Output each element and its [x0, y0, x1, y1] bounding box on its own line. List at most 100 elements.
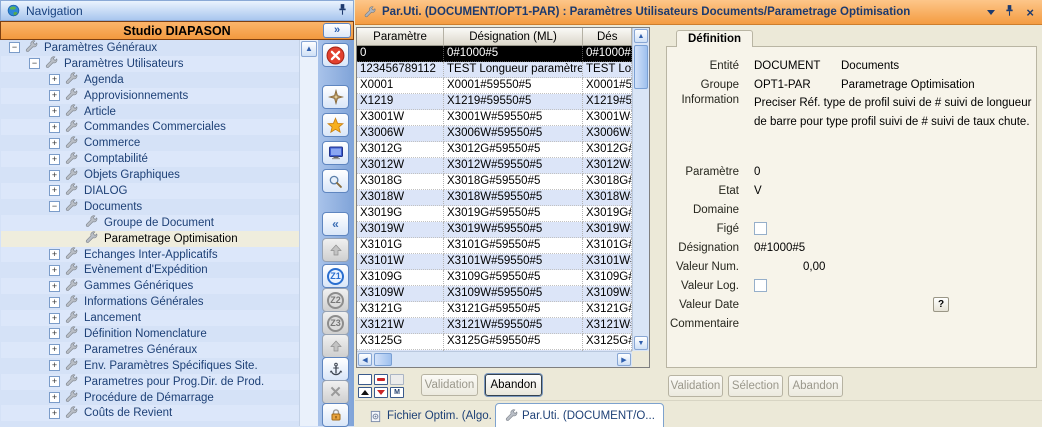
- tree-item-param-tres-utilisateurs[interactable]: −Paramètres Utilisateurs: [1, 56, 299, 72]
- tree-item-comptabilit-[interactable]: +Comptabilité: [1, 151, 299, 167]
- vertical-scrollbar[interactable]: ▲ ▼: [632, 28, 649, 351]
- column-header-3[interactable]: Dés: [583, 28, 632, 46]
- compass-button[interactable]: [322, 85, 349, 109]
- recordnav-blank-icon[interactable]: [358, 374, 372, 385]
- recordnav-triangle-up-icon[interactable]: [358, 387, 372, 398]
- table-row[interactable]: X3109WX3109W#59550#5X3109W#59550#5: [357, 286, 632, 302]
- expand-expander-icon[interactable]: +: [49, 106, 60, 117]
- table-row[interactable]: 00#1000#50#1000#5: [357, 46, 632, 62]
- table-row[interactable]: X3001WX3001W#59550#5X3001W#59550#5: [357, 110, 632, 126]
- column-header-1[interactable]: Paramètre: [357, 28, 444, 46]
- anchor-button[interactable]: [322, 357, 349, 381]
- table-row[interactable]: X3018GX3018G#59550#5X3018G#59550#5: [357, 174, 632, 190]
- validation-button[interactable]: Validation: [421, 374, 478, 396]
- expand-panel-button[interactable]: »: [323, 23, 351, 38]
- expand-expander-icon[interactable]: +: [49, 74, 60, 85]
- table-row[interactable]: X3006WX3006W#59550#5X3006W#59550#5: [357, 126, 632, 142]
- tree-item-ev-nement-d-exp-dition[interactable]: +Evènement d'Expédition: [1, 262, 299, 278]
- table-row[interactable]: 123456789112TEST Longueur paramètreTEST …: [357, 62, 632, 78]
- table-row[interactable]: X3109GX3109G#59550#5X3109G#59550#5: [357, 270, 632, 286]
- search-button[interactable]: [322, 169, 349, 193]
- zone2-button[interactable]: Z2: [322, 288, 349, 312]
- table-row[interactable]: X3121GX3121G#59550#5X3121G#59550#5: [357, 302, 632, 318]
- expand-expander-icon[interactable]: +: [49, 265, 60, 276]
- scroll-up-icon[interactable]: ▲: [634, 29, 648, 43]
- selection-button[interactable]: Sélection: [728, 375, 783, 397]
- close-button[interactable]: [322, 43, 349, 67]
- horizontal-scrollbar[interactable]: ◀ ▶: [357, 351, 632, 367]
- tab-2[interactable]: Par.Uti. (DOCUMENT/O...: [495, 403, 664, 427]
- collapse-expander-icon[interactable]: −: [29, 58, 40, 69]
- table-row[interactable]: X3019GX3019G#59550#5X3019G#59550#5: [357, 206, 632, 222]
- promote-button[interactable]: [322, 334, 349, 358]
- expand-expander-icon[interactable]: +: [49, 328, 60, 339]
- date-help-button[interactable]: ?: [933, 297, 949, 312]
- delete-button[interactable]: ✕: [322, 380, 349, 404]
- scroll-down-icon[interactable]: ▼: [634, 336, 648, 350]
- expand-expander-icon[interactable]: +: [49, 376, 60, 387]
- tree-item-commandes-commerciales[interactable]: +Commandes Commerciales: [1, 119, 299, 135]
- chevron-down-icon[interactable]: [987, 10, 995, 15]
- recordnav-m-label-icon[interactable]: M: [390, 387, 404, 398]
- recordnav-marker-icon[interactable]: [374, 374, 388, 385]
- table-row[interactable]: X3125GX3125G#59550#5X3125G#59550#5: [357, 334, 632, 350]
- tree-item-parametres-g-n-raux[interactable]: +Parametres Généraux: [1, 342, 299, 358]
- collapse-expander-icon[interactable]: −: [49, 201, 60, 212]
- tree-item-env-param-tres-sp-cifiques-site-[interactable]: +Env. Paramètres Spécifiques Site.: [1, 358, 299, 374]
- tree-item-article[interactable]: +Article: [1, 104, 299, 120]
- scrollbar-thumb[interactable]: [374, 353, 392, 366]
- scroll-right-icon[interactable]: ▶: [617, 353, 631, 366]
- expand-expander-icon[interactable]: +: [49, 281, 60, 292]
- expand-expander-icon[interactable]: +: [49, 360, 60, 371]
- expand-expander-icon[interactable]: +: [49, 90, 60, 101]
- scroll-left-icon[interactable]: ◀: [358, 353, 372, 366]
- tree-item-objets-graphiques[interactable]: +Objets Graphiques: [1, 167, 299, 183]
- table-row[interactable]: X3101WX3101W#59550#5X3101W#59550#5: [357, 254, 632, 270]
- lock-button[interactable]: [322, 403, 349, 427]
- recordnav-blank-disabled-icon[interactable]: [390, 374, 404, 385]
- tree-scrollbar[interactable]: ▲: [299, 40, 318, 426]
- valeur-log-checkbox[interactable]: [754, 279, 767, 292]
- screen-button[interactable]: [322, 141, 349, 165]
- scrollbar-thumb[interactable]: [634, 45, 648, 89]
- abandon-button[interactable]: Abandon: [788, 375, 843, 397]
- tree-item-echanges-inter-applicatifs[interactable]: +Echanges Inter-Applicatifs: [1, 247, 299, 263]
- pin-icon[interactable]: [338, 3, 347, 19]
- collapse-expander-icon[interactable]: −: [9, 42, 20, 53]
- tree-item-lancement[interactable]: +Lancement: [1, 310, 299, 326]
- move-up-button[interactable]: [322, 238, 349, 262]
- favorites-button[interactable]: [322, 113, 349, 137]
- expand-expander-icon[interactable]: +: [49, 392, 60, 403]
- tree-item-groupe-de-document[interactable]: Groupe de Document: [1, 215, 299, 231]
- table-row[interactable]: X3012WX3012W#59550#5X3012W#59550#5: [357, 158, 632, 174]
- zone1-button[interactable]: Z1: [322, 264, 349, 288]
- scroll-up-icon[interactable]: ▲: [301, 41, 317, 57]
- zone3-button[interactable]: Z3: [322, 311, 349, 335]
- pin-icon[interactable]: [1005, 4, 1014, 20]
- tab-definition[interactable]: Définition: [676, 30, 753, 47]
- table-row[interactable]: X3012GX3012G#59550#5X3012G#59550#5: [357, 142, 632, 158]
- expand-expander-icon[interactable]: +: [49, 122, 60, 133]
- tree-item-gammes-g-n-riques[interactable]: +Gammes Génériques: [1, 278, 299, 294]
- close-icon[interactable]: ×: [1026, 5, 1034, 20]
- column-header-2[interactable]: Désignation (ML): [444, 28, 583, 46]
- tree-item-dialog[interactable]: +DIALOG: [1, 183, 299, 199]
- expand-expander-icon[interactable]: +: [49, 408, 60, 419]
- tree-item-agenda[interactable]: +Agenda: [1, 72, 299, 88]
- tree-item-d-finition-nomenclature[interactable]: +Définition Nomenclature: [1, 326, 299, 342]
- collapse-button[interactable]: «: [322, 212, 349, 236]
- table-row[interactable]: X3101GX3101G#59550#5X3101G#59550#5: [357, 238, 632, 254]
- expand-expander-icon[interactable]: +: [49, 170, 60, 181]
- table-row[interactable]: X3018WX3018W#59550#5X3018W#59550#5: [357, 190, 632, 206]
- table-row[interactable]: X3019WX3019W#59550#5X3019W#59550#5: [357, 222, 632, 238]
- expand-expander-icon[interactable]: +: [49, 185, 60, 196]
- abandon-button[interactable]: Abandon: [485, 374, 542, 396]
- tree-item-parametres-pour-prog-dir-de-prod-[interactable]: +Parametres pour Prog.Dir. de Prod.: [1, 374, 299, 390]
- expand-expander-icon[interactable]: +: [49, 138, 60, 149]
- tree-item-commerce[interactable]: +Commerce: [1, 135, 299, 151]
- table-row[interactable]: X1219X1219#59550#5X1219#59550#5: [357, 94, 632, 110]
- expand-expander-icon[interactable]: +: [49, 313, 60, 324]
- expand-expander-icon[interactable]: +: [49, 297, 60, 308]
- table-row[interactable]: X0001X0001#59550#5X0001#59550#5: [357, 78, 632, 94]
- expand-expander-icon[interactable]: +: [49, 344, 60, 355]
